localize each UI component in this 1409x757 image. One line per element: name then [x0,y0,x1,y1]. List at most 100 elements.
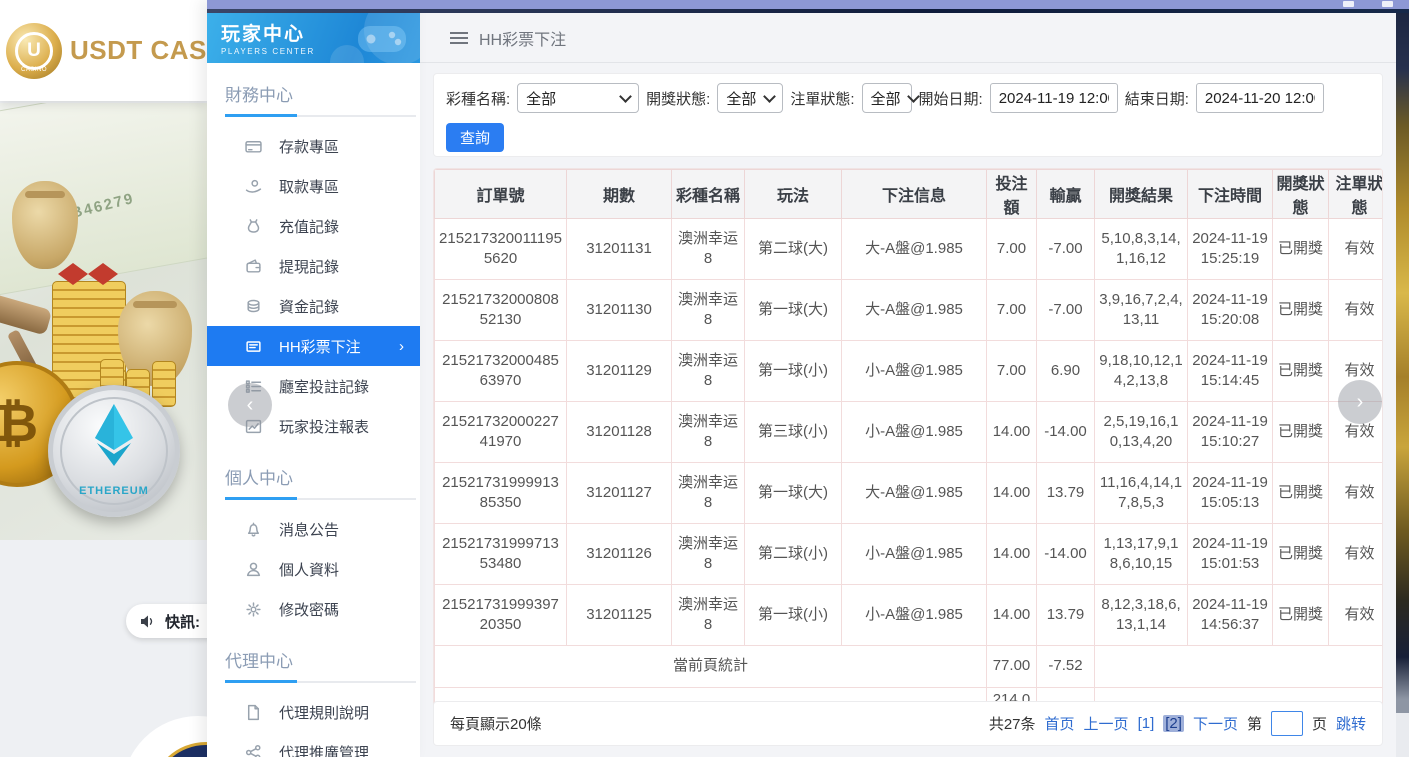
cell-winloss: -7.00 [1037,219,1095,280]
table-header-row: 訂單號 期數 彩種名稱 玩法 下注信息 投注額 輸贏 開獎結果 下注時間 開獎狀… [435,170,1384,219]
person-icon [245,561,262,578]
col-header: 開獎結果 [1095,170,1188,219]
sidebar-item-label: 資金記錄 [279,296,339,317]
col-header: 期數 [567,170,672,219]
cell-order-status: 有效 [1329,219,1384,280]
titlebar-apps-icon[interactable] [1343,1,1354,7]
chevron-right-icon: › [1357,391,1364,414]
chevron-down-icon [763,90,776,103]
pagination-bar: 每頁顯示20條 共27条 首页 上一页 [1] [2] 下一页 第 页 跳转 [433,701,1383,746]
prev-page-link[interactable]: 上一页 [1084,713,1129,734]
sidebar-item-deposit-zone[interactable]: 存款專區 [207,126,420,166]
order-status-select[interactable]: 全部 [862,83,912,113]
cell-lottery-name: 澳洲幸运8 [672,463,745,524]
cell-order-status: 有效 [1329,524,1384,585]
page-summary-empty [1095,646,1384,688]
cell-draw-status: 已開獎 [1273,280,1329,341]
table-row: 2152173199991385350 31201127 澳洲幸运8 第一球(大… [435,463,1384,524]
sidebar: 玩家中心 PLAYERS CENTER 財務中心 存款專區 取款專區 充值記錄 … [207,0,420,757]
end-date-input[interactable] [1196,83,1324,113]
cell-play-type: 第一球(大) [745,280,842,341]
section-underline [225,681,416,683]
next-page-link[interactable]: 下一页 [1193,713,1238,734]
table-row: 2152173200111955620 31201131 澳洲幸运8 第二球(大… [435,219,1384,280]
sidebar-item-profile[interactable]: 個人資料 [207,549,420,589]
cell-bet-time: 2024-11-19 15:01:53 [1188,524,1273,585]
ethereum-diamond-icon [91,402,137,468]
total-count-text: 共27条 [989,713,1036,734]
sidebar-collapse-button[interactable]: ‹ [228,383,272,427]
sidebar-item-label: 代理規則說明 [279,702,369,723]
sidebar-item-recharge-records[interactable]: 充值記錄 [207,206,420,246]
cell-issue: 31201129 [567,341,672,402]
cell-play-type: 第三球(小) [745,402,842,463]
sidebar-item-label: 消息公告 [279,519,339,540]
section-title-agent: 代理中心 [225,647,420,672]
sidebar-item-agent-promotion[interactable]: 代理推廣管理 [207,732,420,757]
col-header: 彩種名稱 [672,170,745,219]
lottery-name-select[interactable]: 全部 [517,83,639,113]
sidebar-item-label: 玩家投注報表 [279,416,369,437]
deposit-card-icon [245,138,262,155]
goto-button[interactable]: 跳转 [1336,713,1366,734]
cell-play-type: 第一球(小) [745,341,842,402]
cell-winloss: -14.00 [1037,402,1095,463]
col-header: 訂單號 [435,170,567,219]
cell-bet-info: 大-A盤@1.985 [842,219,987,280]
section-title-finance: 財務中心 [225,81,420,106]
cell-lottery-name: 澳洲幸运8 [672,280,745,341]
table-row: 2152173199939720350 31201125 澳洲幸运8 第一球(小… [435,585,1384,646]
sidebar-item-change-password[interactable]: 修改密碼 [207,589,420,629]
sidebar-item-withdrawal-records[interactable]: 提現記錄 [207,246,420,286]
titlebar-profile-icon[interactable] [1382,1,1393,7]
sidebar-item-announcements[interactable]: 消息公告 [207,509,420,549]
bell-icon [245,521,262,538]
bets-table: 訂單號 期數 彩種名稱 玩法 下注信息 投注額 輸贏 開獎結果 下注時間 開獎狀… [434,169,1383,734]
lottery-name-label: 彩種名稱: [446,88,510,109]
cell-order-status: 有效 [1329,463,1384,524]
cell-order-no: 2152173200048563970 [435,341,567,402]
sidebar-item-funds-records[interactable]: 資金記錄 [207,286,420,326]
sidebar-item-hh-lottery-bets[interactable]: HH彩票下注 › [207,326,420,366]
cell-bet-time: 2024-11-19 15:14:45 [1188,341,1273,402]
wallet-icon [245,258,262,275]
start-date-label: 開始日期: [919,88,983,109]
cell-bet-info: 小-A盤@1.985 [842,402,987,463]
page-summary-label: 當前頁統計 [435,646,987,688]
promo-banner: KB46279 ₿ ETHEREUM [0,103,207,540]
order-status-label: 注單狀態: [790,88,854,109]
sidebar-item-label: 廳室投註記錄 [279,376,369,397]
gear-icon [245,601,262,618]
panel-expand-button[interactable]: › [1338,380,1382,424]
sidebar-header: 玩家中心 PLAYERS CENTER [207,13,420,63]
gamepad-icon [354,20,410,56]
cell-order-no: 2152173200111955620 [435,219,567,280]
cell-play-type: 第二球(大) [745,219,842,280]
draw-status-select[interactable]: 全部 [717,83,783,113]
search-button[interactable]: 查詢 [446,123,504,152]
cell-bet-amount: 14.00 [987,463,1037,524]
sidebar-item-withdraw-zone[interactable]: 取款專區 [207,166,420,206]
page-1-link[interactable]: [1] [1138,715,1155,732]
sidebar-item-agent-rules[interactable]: 代理規則說明 [207,692,420,732]
brand-logo: U CASINO USDT CASINO [0,0,207,101]
start-date-input[interactable] [990,83,1118,113]
window-top-border [207,9,1409,13]
goto-page-input[interactable] [1271,711,1303,736]
page-2-current[interactable]: [2] [1163,715,1184,732]
hamburger-menu-icon[interactable] [450,37,468,39]
cell-winloss: 13.79 [1037,585,1095,646]
main-content: HH彩票下注 彩種名稱: 全部 開獎狀態: 全部 注單狀態: 全部 開始日期: … [420,13,1396,757]
cell-bet-info: 小-A盤@1.985 [842,524,987,585]
cell-draw-result: 11,16,4,14,17,8,5,3 [1095,463,1188,524]
cell-draw-result: 8,12,3,18,6,13,1,14 [1095,585,1188,646]
cell-draw-result: 1,13,17,9,18,6,10,15 [1095,524,1188,585]
cell-bet-info: 大-A盤@1.985 [842,463,987,524]
first-page-link[interactable]: 首页 [1045,713,1075,734]
cell-issue: 31201126 [567,524,672,585]
cell-lottery-name: 澳洲幸运8 [672,341,745,402]
titlebar-strip [207,0,1409,9]
cell-bet-amount: 7.00 [987,280,1037,341]
gavel-graphic [0,292,52,335]
end-date-label: 結束日期: [1125,88,1189,109]
